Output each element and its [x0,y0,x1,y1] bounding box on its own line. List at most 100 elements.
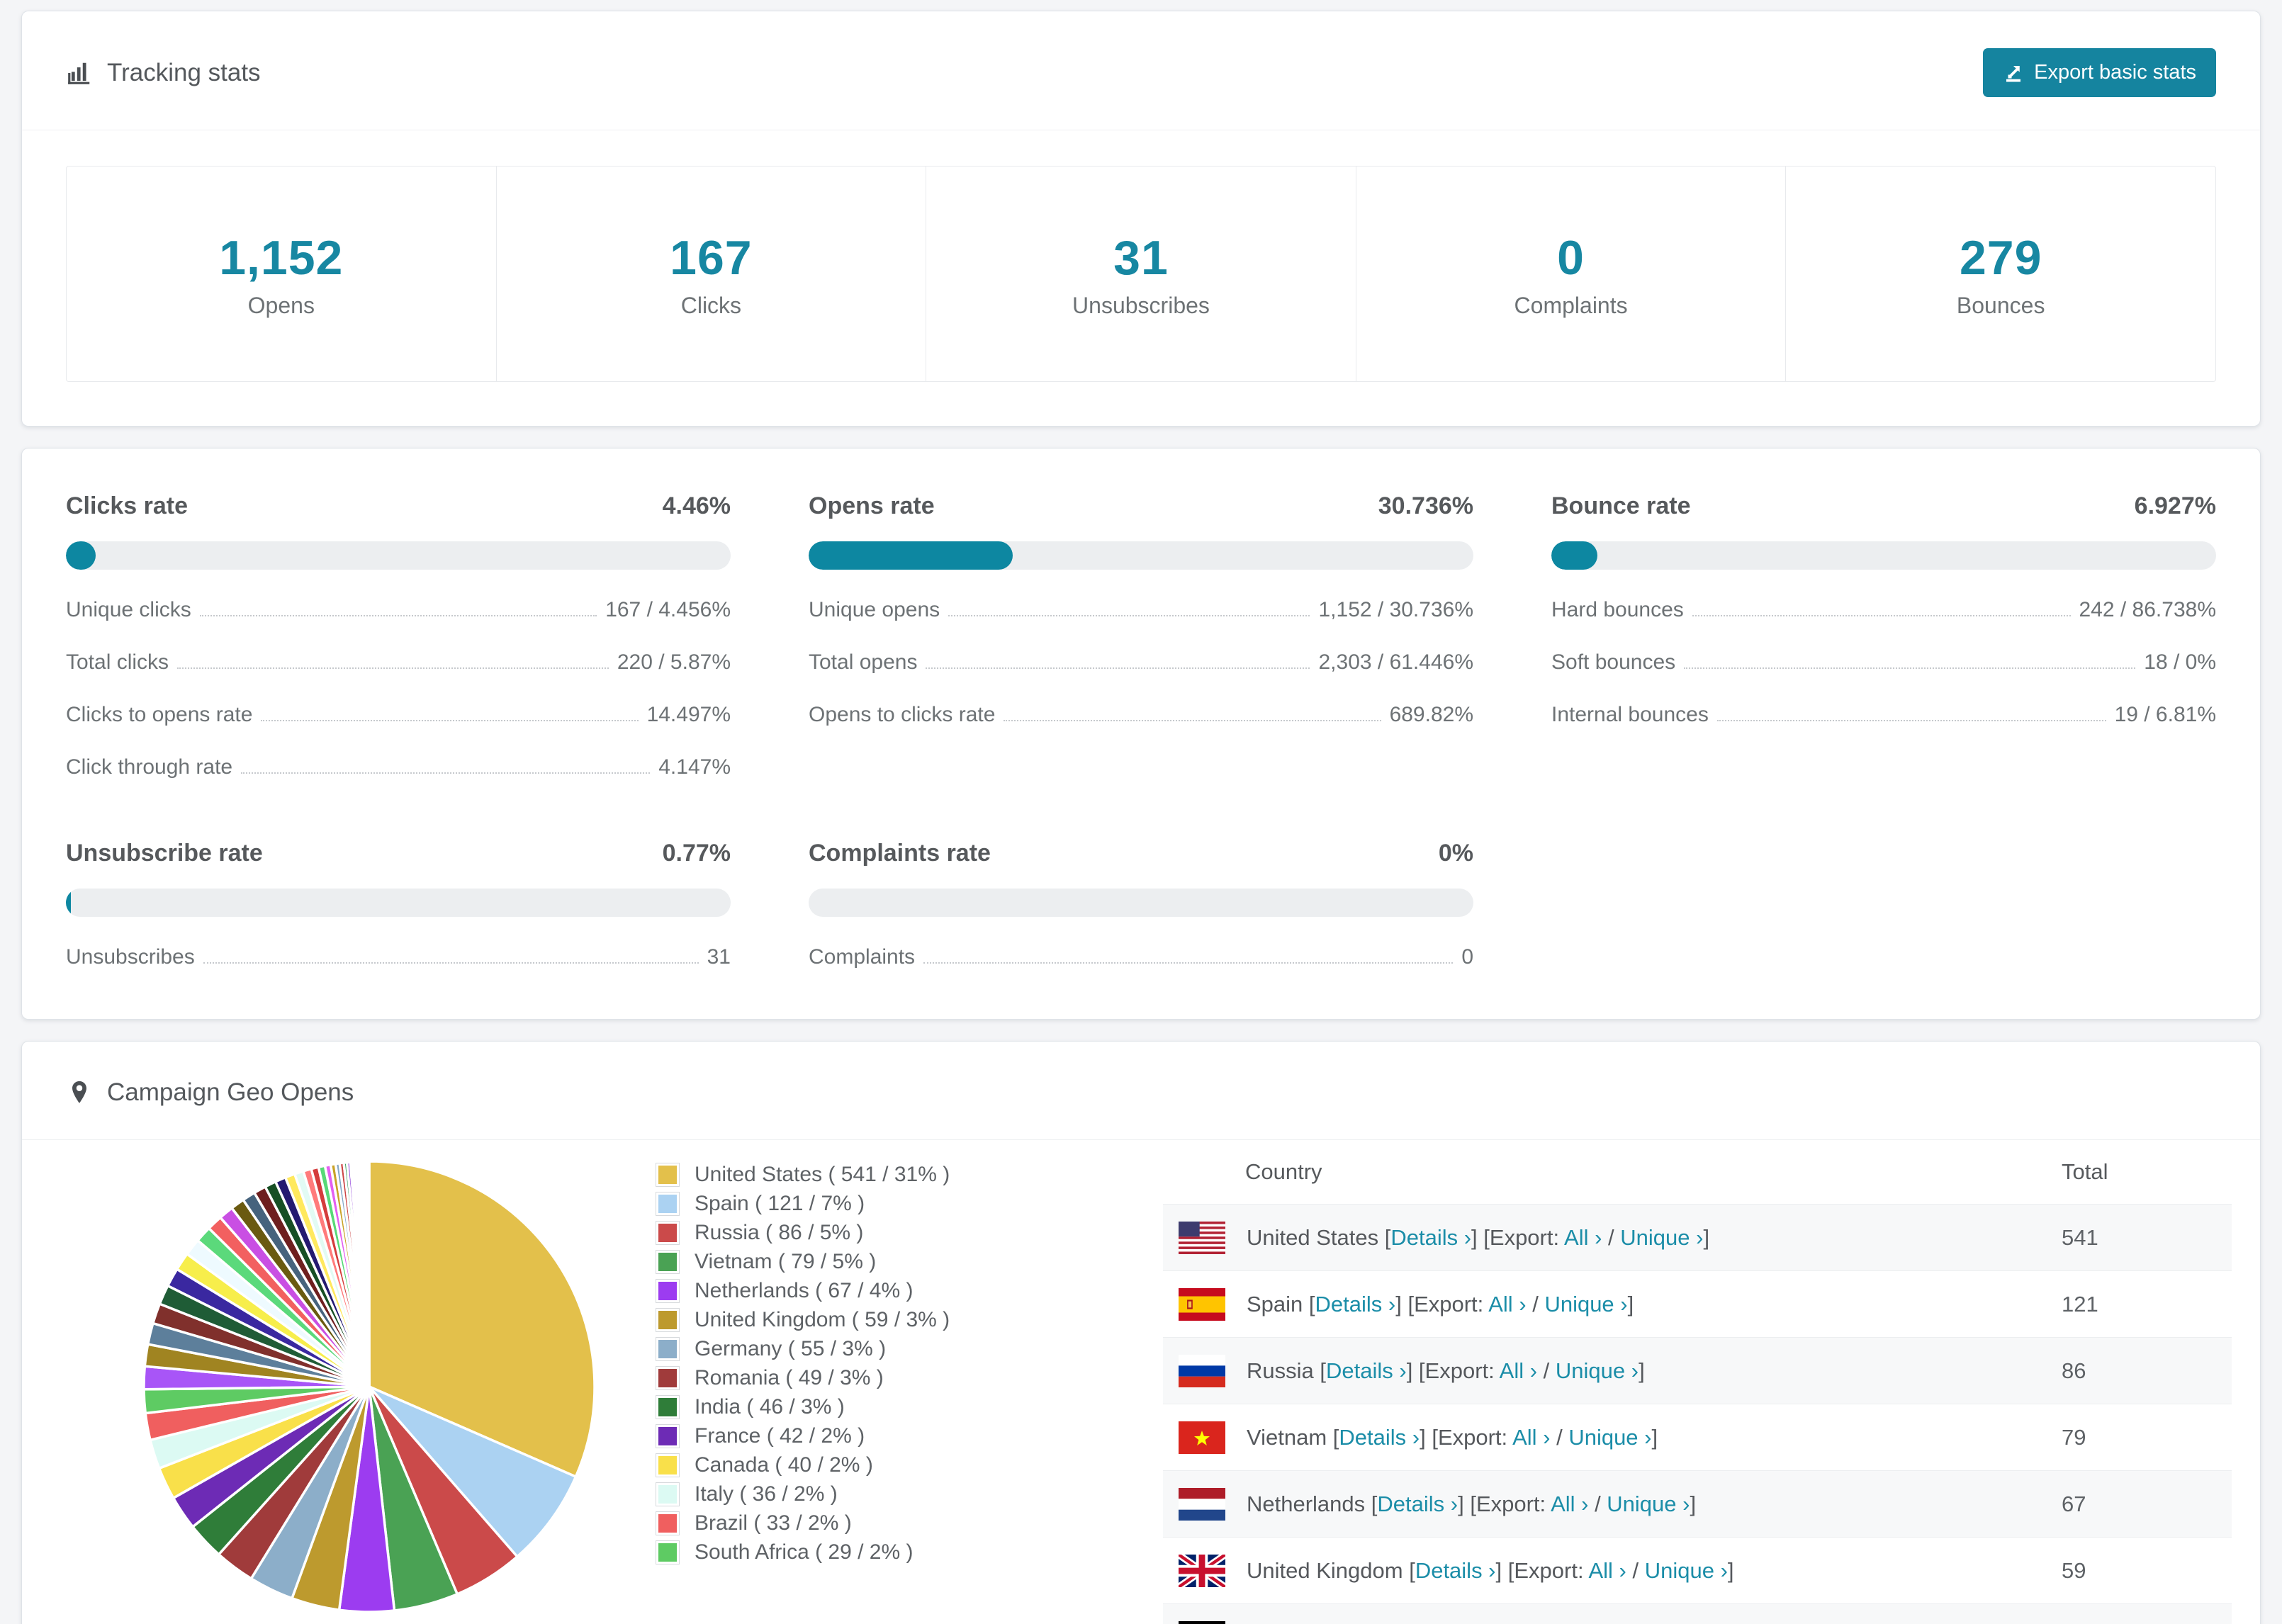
legend-item-germany: Germany ( 55 / 3% ) [656,1334,950,1363]
export-unique-link[interactable]: Unique › [1568,1425,1651,1450]
progress-bar [809,889,1473,917]
export-label: Export: [1514,1557,1584,1583]
country-name: Russia [1247,1358,1314,1383]
export-label: Export: [1476,1491,1546,1516]
legend-label: United States ( 541 / 31% ) [695,1162,950,1186]
table-row-ru: Russia [Details ›] [Export: All › / Uniq… [1163,1337,2232,1404]
dotted-leader [241,772,651,774]
stat-value: 31 [1113,231,1169,285]
row-value: 220 / 5.87% [617,650,731,674]
export-unique-link[interactable]: Unique › [1620,1225,1703,1250]
stat-row: Unique clicks 167 / 4.456% [66,598,731,622]
row-value: 242 / 86.738% [2079,598,2217,621]
rate-title: Complaints rate [809,840,991,867]
row-label: Unsubscribes [66,945,195,969]
summary-stat-unsubscribes: 31 Unsubscribes [926,167,1356,381]
row-value: 1,152 / 30.736% [1318,598,1473,621]
stat-label: Opens [247,293,315,318]
rate-block-opens-rate: Opens rate 30.736% Unique opens 1,152 / 30.… [809,492,1473,779]
legend-swatch [656,1220,680,1245]
export-all-link[interactable]: All › [1488,1292,1526,1316]
column-header-total: Total [2062,1159,2108,1184]
rate-block-complaints-rate: Complaints rate 0% Complaints 0 [809,840,1473,969]
export-unique-link[interactable]: Unique › [1645,1558,1728,1583]
legend-label: Russia ( 86 / 5% ) [695,1220,864,1244]
geo-opens-title: Campaign Geo Opens [66,1078,354,1107]
export-all-link[interactable]: All › [1551,1492,1588,1516]
export-unique-link[interactable]: Unique › [1544,1292,1627,1316]
row-value: 689.82% [1389,703,1473,726]
page-title: Tracking stats [107,58,261,86]
legend-label: Italy ( 36 / 2% ) [695,1482,838,1506]
country-total: 59 [2062,1557,2086,1583]
export-all-link[interactable]: All › [1500,1358,1537,1383]
geo-legend: United States ( 541 / 31% ) Spain ( 121 /… [656,1160,950,1567]
progress-fill [1551,541,1597,570]
stat-row: Unsubscribes 31 [66,945,731,969]
page: Tracking stats Export basic stats 1,152 O… [0,11,2282,1624]
row-label: Click through rate [66,755,233,779]
row-value: 31 [707,945,731,969]
legend-item-spain: Spain ( 121 / 7% ) [656,1189,950,1218]
row-value: 18 / 0% [2144,650,2216,674]
rate-grid: Clicks rate 4.46% Unique clicks 167 / 4.456… [22,449,2260,1019]
summary-stat-complaints: 0 Complaints [1356,167,1787,381]
export-all-link[interactable]: All › [1564,1225,1602,1250]
geo-opens-header: Campaign Geo Opens [22,1042,2260,1140]
legend-swatch [656,1511,680,1535]
row-value: 2,303 / 61.446% [1318,650,1473,674]
dotted-leader [261,720,639,721]
country-total: 67 [2062,1491,2086,1516]
country-total: 86 [2062,1358,2086,1383]
row-label: Complaints [809,945,916,969]
details-link[interactable]: Details › [1377,1492,1458,1516]
progress-fill [809,541,1013,570]
export-basic-stats-button[interactable]: Export basic stats [1983,48,2216,97]
flag-us-icon [1179,1221,1225,1254]
legend-swatch [656,1365,680,1390]
legend-swatch [656,1191,680,1216]
details-link[interactable]: Details › [1315,1292,1396,1316]
legend-swatch [656,1453,680,1477]
country-total: 541 [2062,1224,2098,1250]
legend-swatch [656,1307,680,1332]
legend-swatch [656,1162,680,1187]
geo-opens-card: Campaign Geo Opens United States ( 541 /… [21,1041,2261,1624]
dotted-leader [203,962,699,964]
legend-item-canada: Canada ( 40 / 2% ) [656,1450,950,1479]
legend-item-russia: Russia ( 86 / 5% ) [656,1218,950,1247]
details-link[interactable]: Details › [1390,1225,1471,1250]
flag-nl-icon [1179,1487,1225,1521]
stat-value: 167 [670,231,753,285]
geo-table-header: Country Total [1163,1140,2232,1204]
rate-block-clicks-rate: Clicks rate 4.46% Unique clicks 167 / 4.456… [66,492,731,779]
details-link[interactable]: Details › [1326,1358,1407,1383]
legend-label: Vietnam ( 79 / 5% ) [695,1249,877,1273]
bar-chart-icon [68,62,90,84]
dotted-leader [926,667,1310,669]
export-label: Export: [1489,1224,1560,1250]
export-unique-link[interactable]: Unique › [1556,1358,1639,1383]
legend-label: United Kingdom ( 59 / 3% ) [695,1307,950,1331]
country-name: United Kingdom [1247,1557,1403,1583]
export-label: Export: [1437,1424,1508,1450]
stat-row: Unique opens 1,152 / 30.736% [809,598,1473,622]
export-unique-link[interactable]: Unique › [1607,1492,1690,1516]
rate-block-bounce-rate: Bounce rate 6.927% Hard bounces 242 / 86.73… [1551,492,2216,779]
details-link[interactable]: Details › [1339,1425,1420,1450]
export-all-link[interactable]: All › [1588,1558,1626,1583]
export-button-label: Export basic stats [2034,61,2196,84]
export-all-link[interactable]: All › [1512,1425,1550,1450]
dotted-leader [177,667,609,669]
export-label: Export: [1424,1358,1495,1383]
stat-value: 279 [1959,231,2042,285]
details-link[interactable]: Details › [1415,1558,1496,1583]
legend-label: Canada ( 40 / 2% ) [695,1453,873,1477]
rate-value: 30.736% [1378,492,1473,519]
summary-stat-clicks: 167 Clicks [497,167,927,381]
table-row-nl: Netherlands [Details ›] [Export: All › /… [1163,1470,2232,1537]
row-label: Opens to clicks rate [809,703,996,726]
geo-table: Country Total United States [Details ›] … [1163,1140,2232,1624]
legend-item-italy: Italy ( 36 / 2% ) [656,1479,950,1509]
stat-label: Complaints [1514,293,1628,318]
